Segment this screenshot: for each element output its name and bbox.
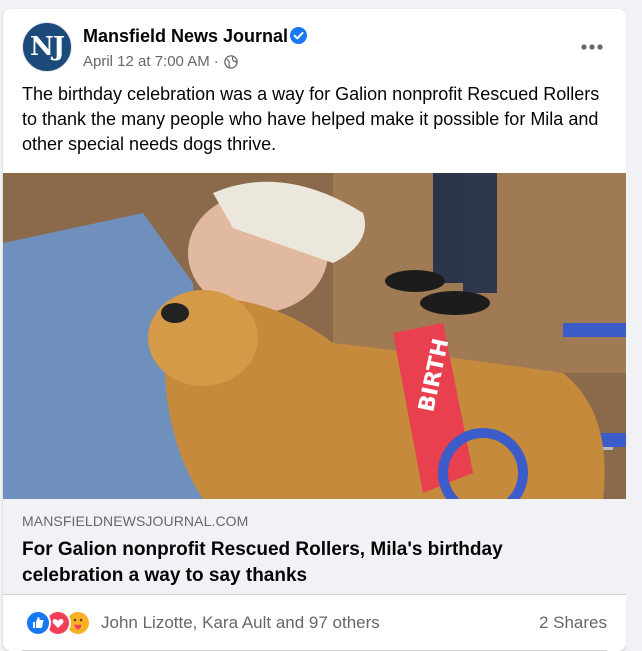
link-preview[interactable]: MANSFIELDNEWSJOURNAL.COM For Galion nonp…: [3, 499, 626, 595]
link-headline[interactable]: For Galion nonprofit Rescued Rollers, Mi…: [22, 537, 602, 589]
verified-badge-icon: [290, 27, 307, 44]
avatar-logo-text: NJ: [29, 32, 65, 62]
feed-background-edge: [626, 0, 642, 651]
page-avatar[interactable]: NJ: [22, 22, 72, 72]
like-reaction-icon: [25, 610, 51, 636]
more-options-button[interactable]: [574, 29, 610, 65]
reactions-bar: John Lizotte, Kara Ault and 97 others 2 …: [3, 595, 626, 651]
reaction-icons[interactable]: [25, 610, 91, 636]
post-photo[interactable]: BIRTH: [3, 173, 626, 499]
post-meta: April 12 at 7:00 AM ·: [83, 53, 238, 70]
photo-illustration: BIRTH: [3, 173, 626, 499]
post-timestamp[interactable]: April 12 at 7:00 AM: [83, 53, 210, 70]
post-body-text: The birthday celebration was a way for G…: [22, 84, 600, 154]
shares-count[interactable]: 2 Shares: [539, 613, 607, 633]
globe-icon[interactable]: [223, 54, 238, 69]
link-domain: MANSFIELDNEWSJOURNAL.COM: [22, 513, 249, 529]
post-header: NJ Mansfield News Journal April 12 at 7:…: [3, 9, 626, 79]
more-options-icon: [581, 44, 603, 50]
page-name-link[interactable]: Mansfield News Journal: [83, 26, 288, 47]
reaction-names[interactable]: John Lizotte, Kara Ault and 97 others: [101, 613, 380, 633]
meta-separator: ·: [213, 53, 219, 70]
post-card: NJ Mansfield News Journal April 12 at 7:…: [3, 9, 626, 651]
